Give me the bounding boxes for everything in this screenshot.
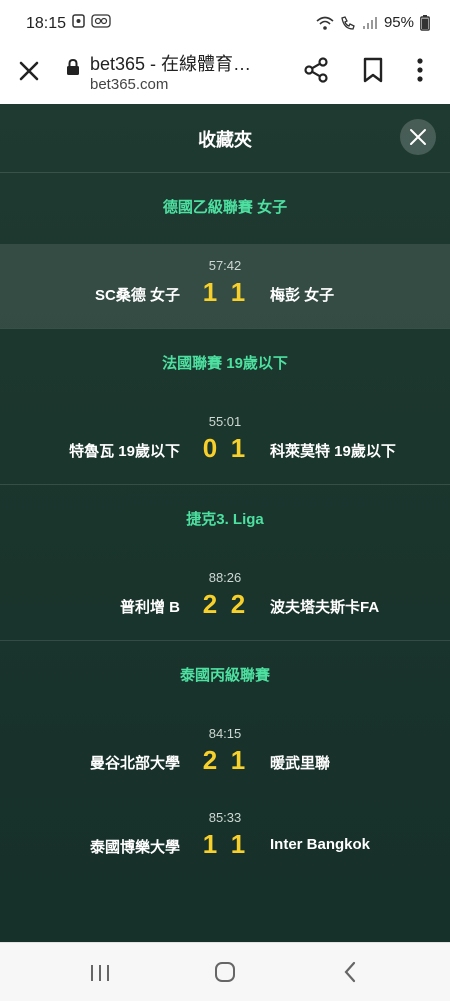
match-row[interactable]: 84:15 曼谷北部大學 2 1 暖武里聯 <box>0 712 450 796</box>
home-button[interactable] <box>214 961 236 983</box>
favorites-title: 收藏夾 <box>198 130 252 150</box>
league-header[interactable]: 泰國丙級聯賽 <box>0 641 450 711</box>
battery-icon <box>420 14 430 31</box>
home-team: 普利增 B <box>119 599 180 616</box>
away-team: Inter Bangkok <box>270 836 371 853</box>
recent-apps-button[interactable] <box>88 963 112 983</box>
system-nav-bar <box>0 942 450 1001</box>
page-title[interactable]: bet365 - 在線體育… <box>90 50 280 76</box>
away-score: 2 <box>230 589 246 619</box>
match-time: 88:26 <box>208 570 242 585</box>
lock-icon <box>67 58 79 75</box>
favorites-header: 收藏夾 <box>0 104 450 173</box>
home-score: 0 <box>202 433 218 463</box>
away-team: 暖武里聯 <box>270 755 331 772</box>
more-options-button[interactable] <box>410 56 430 84</box>
away-team: 波夫塔夫斯卡FA <box>270 599 380 616</box>
home-score: 2 <box>202 745 218 775</box>
status-right: 95% <box>316 14 430 31</box>
match-time: 57:42 <box>208 258 242 273</box>
away-score: 1 <box>230 829 246 859</box>
away-score: 1 <box>230 277 246 307</box>
league-header[interactable]: 法國聯賽 19歲以下 <box>0 329 450 399</box>
home-score: 2 <box>202 589 218 619</box>
home-score: 1 <box>202 277 218 307</box>
match-row[interactable]: 85:33 泰國博樂大學 1 1 Inter Bangkok <box>0 796 450 880</box>
home-team: 特魯瓦 19歲以下 <box>69 443 180 460</box>
favorites-close-button[interactable] <box>400 119 436 155</box>
match-time: 84:15 <box>208 726 242 741</box>
close-icon <box>410 129 426 145</box>
call-icon <box>341 15 355 30</box>
home-team: 曼谷北部大學 <box>89 755 180 772</box>
match-time: 55:01 <box>208 414 242 429</box>
match-row[interactable]: 88:26 普利增 B 2 2 波夫塔夫斯卡FA <box>0 556 450 640</box>
away-team: 科萊莫特 19歲以下 <box>270 443 396 460</box>
signal-icon <box>362 16 377 29</box>
close-tab-button[interactable] <box>16 58 42 84</box>
match-row[interactable]: 55:01 特魯瓦 19歲以下 0 1 科萊莫特 19歲以下 <box>0 400 450 484</box>
battery-percent: 95% <box>383 14 414 31</box>
status-time: 18:15 <box>26 15 67 32</box>
app-icon <box>91 14 111 28</box>
status-bar: 18:15 95% <box>0 0 450 48</box>
away-team: 梅彭 女子 <box>270 287 335 304</box>
away-score: 1 <box>230 433 246 463</box>
league-header[interactable]: 捷克3. Liga <box>0 485 450 555</box>
gallery-icon <box>72 14 85 28</box>
notification-icons <box>72 14 111 28</box>
back-button[interactable] <box>342 960 358 984</box>
home-team: 泰國博樂大學 <box>89 839 180 856</box>
home-score: 1 <box>202 829 218 859</box>
away-score: 1 <box>230 745 246 775</box>
league-header[interactable]: 德國乙級聯賽 女子 <box>0 173 450 243</box>
favorites-panel: 收藏夾 德國乙級聯賽 女子 57:42 SC桑德 女子 1 1 梅彭 女子 法國… <box>0 104 450 942</box>
wifi-icon <box>316 16 334 30</box>
page-url[interactable]: bet365.com <box>90 76 168 93</box>
match-time: 85:33 <box>208 810 242 825</box>
home-team: SC桑德 女子 <box>94 287 180 304</box>
share-button[interactable] <box>302 56 330 84</box>
match-row[interactable]: 57:42 SC桑德 女子 1 1 梅彭 女子 <box>0 244 450 328</box>
bookmark-button[interactable] <box>360 56 386 84</box>
browser-toolbar: bet365 - 在線體育… bet365.com <box>0 48 450 105</box>
